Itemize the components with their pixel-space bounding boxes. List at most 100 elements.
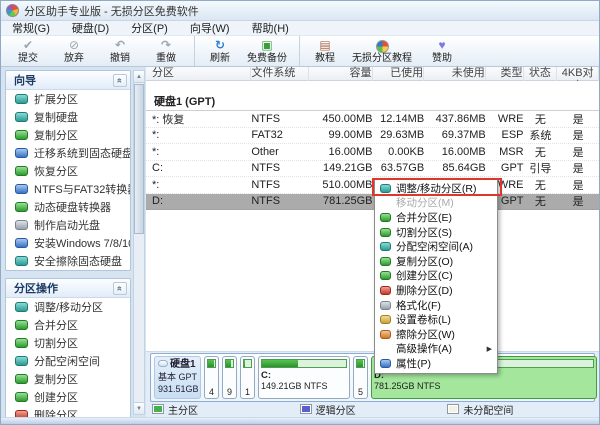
collapse-chevron-icon[interactable]: « — [113, 74, 127, 87]
toolbar-button[interactable]: 重做 — [143, 36, 189, 66]
sidebar-item-label: 恢复分区 — [34, 163, 78, 179]
column-header[interactable]: 文件系统 — [251, 67, 309, 81]
sidebar-ops-item[interactable]: 分配空闲空间 — [6, 352, 130, 370]
sidebar-wizard-item[interactable]: 安全擦除固态硬盘 — [6, 252, 130, 270]
menubar-item[interactable]: 硬盘(D) — [61, 20, 120, 36]
disk-group-row[interactable]: 硬盘1 (GPT) — [146, 94, 599, 111]
sidebar-wizard-item[interactable]: 恢复分区 — [6, 162, 130, 180]
disk-type: 基本 GPT — [158, 371, 200, 383]
partition-block[interactable]: C: 149.21GB NTFS — [258, 356, 350, 399]
column-header[interactable]: 类型 — [486, 67, 524, 81]
usage-bar — [243, 359, 252, 368]
cell-partition: *: — [152, 179, 251, 191]
sidebar-ops-item[interactable]: 合并分区 — [6, 316, 130, 334]
collapse-chevron-icon[interactable]: « — [113, 282, 127, 295]
sidebar-ops-item[interactable]: 切割分区 — [6, 334, 130, 352]
toolbar-button[interactable]: 撤销 — [97, 36, 143, 66]
menu-item-icon — [380, 213, 391, 222]
sidebar-item-label: 删除分区 — [34, 407, 78, 417]
sidebar-ops-item[interactable]: 删除分区 — [6, 406, 130, 417]
sidebar-item-label: 复制分区 — [34, 127, 78, 143]
menu-item-icon — [380, 301, 391, 310]
toolbar-button[interactable]: 教程 — [299, 36, 345, 66]
sidebar-wizard-item[interactable]: NTFS与FAT32转换器 — [6, 180, 130, 198]
menubar-item[interactable]: 帮助(H) — [241, 20, 300, 36]
context-menu-item[interactable]: 擦除分区(W) — [375, 327, 497, 342]
toolbar-button[interactable]: 免费备份 — [240, 36, 294, 66]
sidebar-scrollbar[interactable]: ▲ ▼ — [133, 70, 145, 415]
partition-row[interactable]: *: Other 16.00MB 0.00KB 16.00MB MSR 无 是 — [146, 144, 599, 161]
context-menu-item[interactable]: 属性(P) — [375, 356, 497, 371]
toolbar-button-label: 无损分区教程 — [352, 53, 412, 64]
scrollbar-thumb[interactable] — [134, 84, 144, 234]
scroll-up-icon[interactable]: ▲ — [134, 71, 144, 83]
column-header[interactable]: 容量 — [309, 67, 373, 81]
partition-block-info: 4 — [207, 387, 216, 397]
cell-unused: 16.00MB — [424, 146, 486, 158]
cell-partition: *: — [152, 129, 251, 141]
sidebar-wizard-item[interactable]: 复制硬盘 — [6, 108, 130, 126]
partition-row[interactable]: D: NTFS 781.25GB 446.10GB 335.15GB GPT 无… — [146, 194, 599, 211]
sidebar-wizard-item[interactable]: 扩展分区 — [6, 90, 130, 108]
toolbar-button-label: 免费备份 — [247, 53, 287, 64]
context-menu-item[interactable]: 删除分区(D) — [375, 283, 497, 298]
context-menu-item[interactable]: 调整/移动分区(R) — [375, 181, 497, 196]
sidebar-wizard-item[interactable]: 迁移系统到固态硬盘 — [6, 144, 130, 162]
partition-row[interactable]: *: FAT32 99.00MB 29.63MB 69.37MB ESP 系统 … — [146, 128, 599, 145]
sidebar-wizard-item[interactable]: 动态硬盘转换器 — [6, 198, 130, 216]
partition-block[interactable]: 5 — [353, 356, 368, 399]
partition-block[interactable]: 9 — [222, 356, 237, 399]
partition-row[interactable]: *: 恢复 NTFS 450.00MB 12.14MB 437.86MB WRE… — [146, 111, 599, 128]
sidebar-wizard-item[interactable]: 安装Windows 7/8/10到... — [6, 234, 130, 252]
partition-row[interactable]: C: NTFS 149.21GB 63.57GB 85.64GB GPT 引导 … — [146, 161, 599, 178]
menu-item-icon — [380, 242, 391, 251]
context-menu-item[interactable]: 移动分区(M) — [375, 196, 497, 211]
menubar-item[interactable]: 常规(G) — [1, 20, 61, 36]
column-header[interactable]: 分区 — [152, 67, 251, 81]
sidebar-ops-item[interactable]: 创建分区 — [6, 388, 130, 406]
usage-bar — [207, 359, 216, 368]
context-menu-item[interactable]: 复制分区(O) — [375, 254, 497, 269]
toolbar-button[interactable]: 提交 — [5, 36, 51, 66]
toolbar: 提交 放弃 撤销 重做 刷新 免费备份 — [1, 36, 599, 67]
context-menu-item[interactable]: 合并分区(E) — [375, 210, 497, 225]
column-header[interactable]: 状态 — [524, 67, 558, 81]
toolbar-button[interactable]: 刷新 — [194, 36, 240, 66]
column-header[interactable]: 4KB对齐 — [557, 67, 599, 81]
toolbar-button[interactable]: 无损分区教程 — [345, 36, 419, 66]
partition-row[interactable]: *: NTFS 510.00MB 437.50MB 72.50MB WRE 无 … — [146, 177, 599, 194]
context-menu-item[interactable]: 创建分区(C) — [375, 269, 497, 284]
sidebar-wizard-item[interactable]: 制作启动光盘 — [6, 216, 130, 234]
cell-filesystem: FAT32 — [251, 129, 309, 141]
cell-status: 无 — [524, 177, 558, 193]
column-header[interactable]: 已使用 — [373, 67, 425, 81]
scroll-down-icon[interactable]: ▼ — [134, 402, 144, 414]
usage-bar-fill — [262, 360, 298, 367]
column-header[interactable]: 未使用 — [424, 67, 486, 81]
toolbar-button[interactable]: 放弃 — [51, 36, 97, 66]
menubar-item[interactable]: 分区(P) — [120, 20, 179, 36]
context-menu-item[interactable]: 高级操作(A) ▶ — [375, 342, 497, 357]
sidebar-item-label: 复制分区 — [34, 371, 78, 387]
context-menu-item[interactable]: 格式化(F) — [375, 298, 497, 313]
toolbar-button[interactable]: 赞助 — [419, 36, 465, 66]
partition-block[interactable]: 1 — [240, 356, 255, 399]
legend-color-swatch — [447, 404, 459, 414]
context-menu-item[interactable]: 分配空闲空间(A) — [375, 239, 497, 254]
sidebar-wizard-item[interactable]: 复制分区 — [6, 126, 130, 144]
context-menu-item[interactable]: 设置卷标(L) — [375, 312, 497, 327]
sidebar-ops-item[interactable]: 调整/移动分区 — [6, 298, 130, 316]
sidebar-ops-item[interactable]: 复制分区 — [6, 370, 130, 388]
context-menu-item-label: 删除分区(D) — [396, 283, 453, 298]
partition-block-info: 781.25GB NTFS — [374, 381, 594, 391]
context-menu-item-label: 高级操作(A) — [396, 341, 452, 356]
context-menu-item[interactable]: 切割分区(S) — [375, 225, 497, 240]
disk-icon — [158, 360, 168, 367]
disk-name: 硬盘1 — [170, 359, 196, 370]
cell-used: 12.14MB — [373, 113, 425, 125]
partition-block[interactable]: 4 — [204, 356, 219, 399]
cell-4k-aligned: 是 — [557, 144, 599, 160]
menubar-item[interactable]: 向导(W) — [179, 20, 241, 36]
disk-info-card[interactable]: 硬盘1 基本 GPT 931.51GB — [154, 356, 201, 399]
disk-icon — [15, 112, 28, 122]
